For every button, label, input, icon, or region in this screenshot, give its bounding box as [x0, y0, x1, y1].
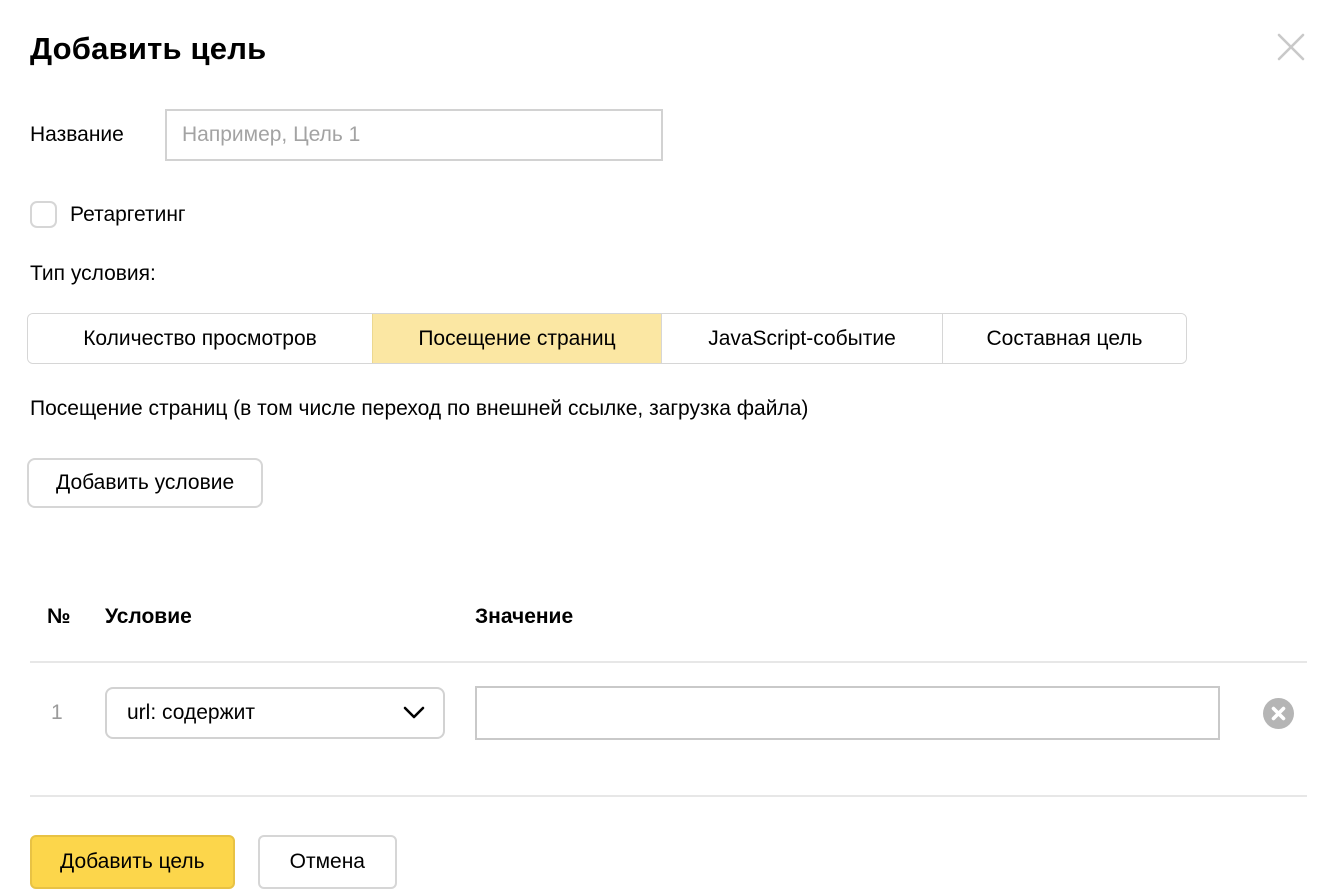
header-number: № [30, 605, 105, 629]
condition-value-input[interactable] [475, 686, 1220, 740]
header-value: Значение [475, 605, 573, 629]
circle-x-icon [1271, 706, 1286, 721]
submit-add-goal-button[interactable]: Добавить цель [30, 835, 235, 889]
tab-javascript-event[interactable]: JavaScript-событие [661, 314, 942, 363]
goal-name-label: Название [30, 123, 165, 147]
condition-select[interactable]: url: содержит [105, 687, 445, 739]
chevron-down-icon [403, 706, 425, 720]
retargeting-checkbox-row[interactable]: Ретаргетинг [30, 201, 1307, 228]
condition-type-label: Тип условия: [30, 262, 1307, 286]
tab-pageview-count[interactable]: Количество просмотров [28, 314, 372, 363]
conditions-table-header: № Условие Значение [30, 605, 1307, 629]
table-divider-bottom [30, 795, 1307, 797]
tab-page-visits[interactable]: Посещение страниц [372, 314, 661, 363]
page-title: Добавить цель [30, 30, 1307, 68]
header-condition: Условие [105, 605, 475, 629]
footer-actions: Добавить цель Отмена [30, 835, 1307, 889]
goal-name-input[interactable] [165, 109, 663, 161]
condition-type-description: Посещение страниц (в том числе переход п… [30, 397, 1307, 421]
add-goal-dialog: Добавить цель Название Ретаргетинг Тип у… [0, 0, 1338, 889]
condition-type-tabs: Количество просмотров Посещение страниц … [27, 313, 1187, 364]
tab-composite-goal[interactable]: Составная цель [942, 314, 1186, 363]
close-icon[interactable] [1276, 32, 1306, 62]
remove-condition-button[interactable] [1263, 698, 1294, 729]
add-condition-button[interactable]: Добавить условие [27, 458, 263, 508]
row-number: 1 [30, 701, 105, 725]
table-row: 1 url: содержит [30, 663, 1307, 763]
retargeting-checkbox[interactable] [30, 201, 57, 228]
condition-select-value: url: содержит [127, 701, 255, 725]
cancel-button[interactable]: Отмена [258, 835, 397, 889]
retargeting-label: Ретаргетинг [70, 203, 186, 227]
goal-name-row: Название [30, 109, 1307, 161]
